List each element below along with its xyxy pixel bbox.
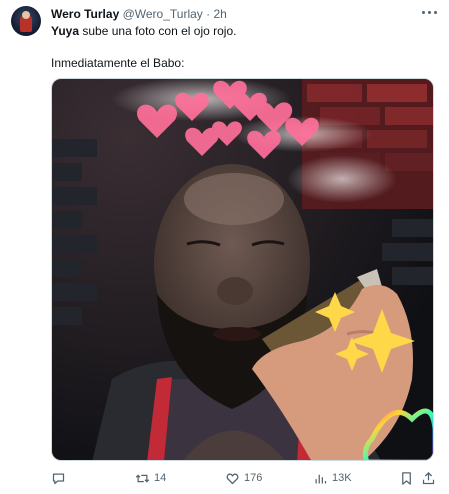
separator-dot: · bbox=[206, 7, 211, 21]
tweet-photo[interactable] bbox=[51, 78, 434, 461]
author-name[interactable]: Wero Turlay bbox=[51, 7, 119, 21]
retweet-icon bbox=[135, 473, 150, 483]
timestamp[interactable]: 2h bbox=[213, 7, 226, 21]
share-button[interactable] bbox=[421, 468, 436, 488]
tweet-header: Wero Turlay @Wero_Turlay · 2h bbox=[51, 6, 227, 22]
reply-icon bbox=[52, 473, 65, 484]
photo-illustration bbox=[52, 79, 433, 460]
share-icon bbox=[422, 471, 435, 484]
views-count: 13K bbox=[332, 472, 352, 484]
bookmark-icon bbox=[402, 471, 411, 485]
reply-button[interactable] bbox=[51, 468, 66, 488]
retweet-count: 14 bbox=[154, 472, 167, 484]
mention-yuya: Yuya bbox=[51, 24, 80, 38]
tweet-text-line2: Inmediatamente el Babo: bbox=[51, 56, 185, 70]
more-horizontal-icon[interactable] bbox=[420, 4, 438, 20]
tweet-text-line1: Yuya sube una foto con el ojo rojo. bbox=[51, 23, 236, 39]
retweet-button[interactable]: 14 bbox=[135, 468, 166, 488]
author-handle[interactable]: @Wero_Turlay bbox=[123, 7, 203, 21]
bookmark-button[interactable] bbox=[399, 468, 414, 488]
like-count: 176 bbox=[244, 472, 263, 484]
avatar[interactable] bbox=[11, 6, 41, 36]
heart-icon bbox=[226, 473, 239, 484]
action-bar: 14 176 13K bbox=[51, 468, 436, 488]
tweet[interactable]: Wero Turlay @Wero_Turlay · 2h Yuya sube … bbox=[0, 0, 449, 494]
avatar-head bbox=[22, 11, 30, 19]
views-chart-icon bbox=[315, 474, 327, 483]
like-button[interactable]: 176 bbox=[225, 468, 262, 488]
tweet-text-rest: sube una foto con el ojo rojo. bbox=[79, 24, 237, 38]
views-button[interactable]: 13K bbox=[313, 468, 352, 488]
